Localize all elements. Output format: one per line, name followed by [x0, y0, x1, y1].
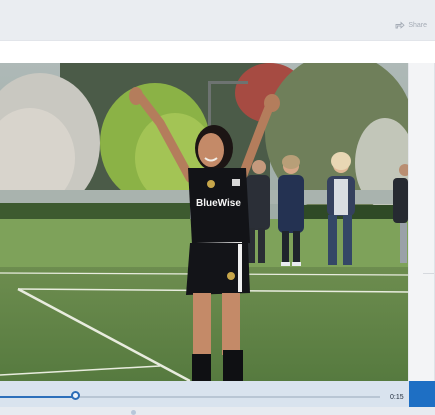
video-player-frame[interactable]: BlueWise	[0, 63, 408, 381]
share-icon	[395, 21, 405, 29]
fullscreen-button[interactable]	[409, 381, 435, 407]
share-label: Share	[408, 21, 427, 29]
seek-handle[interactable]	[71, 391, 80, 400]
side-panel	[408, 63, 435, 381]
video-still-image: BlueWise	[0, 63, 408, 381]
scroll-knob[interactable]	[131, 410, 136, 415]
current-time-label: 0:15	[390, 394, 404, 401]
top-toolbar: Share	[0, 0, 435, 41]
share-button[interactable]: Share	[395, 21, 427, 29]
seek-progress-fill	[0, 396, 75, 398]
bottom-strip	[0, 407, 435, 415]
spacer-band	[0, 41, 435, 63]
jersey-sponsor-text: BlueWise	[196, 198, 241, 209]
